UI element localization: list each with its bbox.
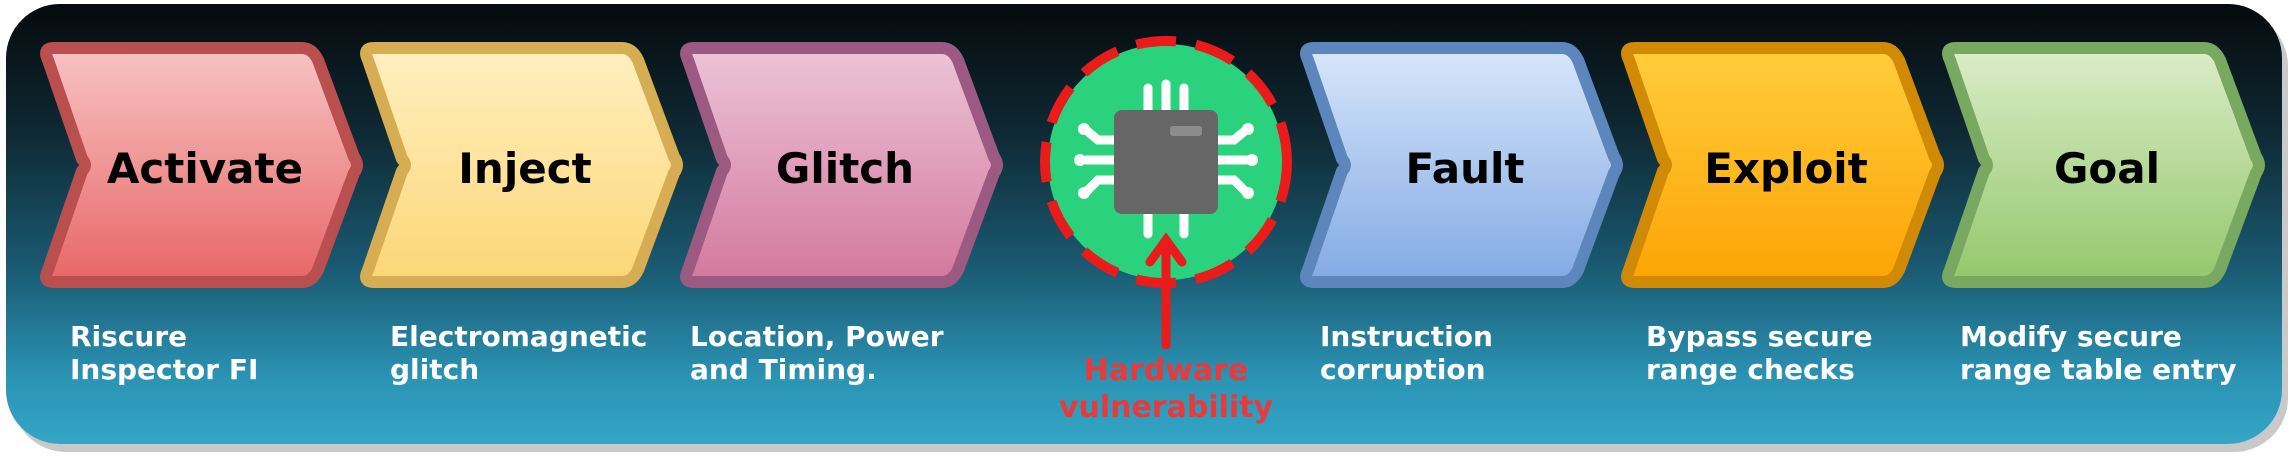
chevron-goal: Goal bbox=[1942, 42, 2265, 288]
chevron-goal-label: Goal bbox=[2054, 144, 2160, 193]
chevron-exploit-label: Exploit bbox=[1704, 144, 1868, 193]
chevron-fault-label: Fault bbox=[1406, 144, 1525, 193]
arrow-up-icon bbox=[1145, 232, 1187, 350]
chevron-activate: Activate bbox=[40, 42, 363, 288]
step-activate-description: Riscure Inspector FI bbox=[70, 320, 259, 386]
microchip-icon bbox=[1040, 36, 1292, 350]
fault-injection-diagram: Activate Inject Glitch Fault Exploit Goa… bbox=[0, 0, 2294, 456]
chevron-fault: Fault bbox=[1300, 42, 1623, 288]
chip-marking bbox=[1170, 126, 1202, 136]
chevron-glitch: Glitch bbox=[680, 42, 1003, 288]
chevron-exploit: Exploit bbox=[1621, 42, 1944, 288]
chip-body bbox=[1114, 110, 1218, 214]
chevron-glitch-label: Glitch bbox=[776, 144, 914, 193]
step-fault-description: Instruction corruption bbox=[1320, 320, 1493, 386]
chevron-inject-label: Inject bbox=[458, 144, 591, 193]
chevron-inject: Inject bbox=[360, 42, 683, 288]
step-exploit-description: Bypass secure range checks bbox=[1646, 320, 1873, 386]
hardware-vulnerability-label: Hardware vulnerability bbox=[1058, 353, 1274, 425]
chevron-activate-label: Activate bbox=[107, 144, 303, 193]
step-inject-description: Electromagnetic glitch bbox=[390, 320, 648, 386]
step-goal-description: Modify secure range table entry bbox=[1960, 320, 2237, 386]
step-glitch-description: Location, Power and Timing. bbox=[690, 320, 944, 386]
